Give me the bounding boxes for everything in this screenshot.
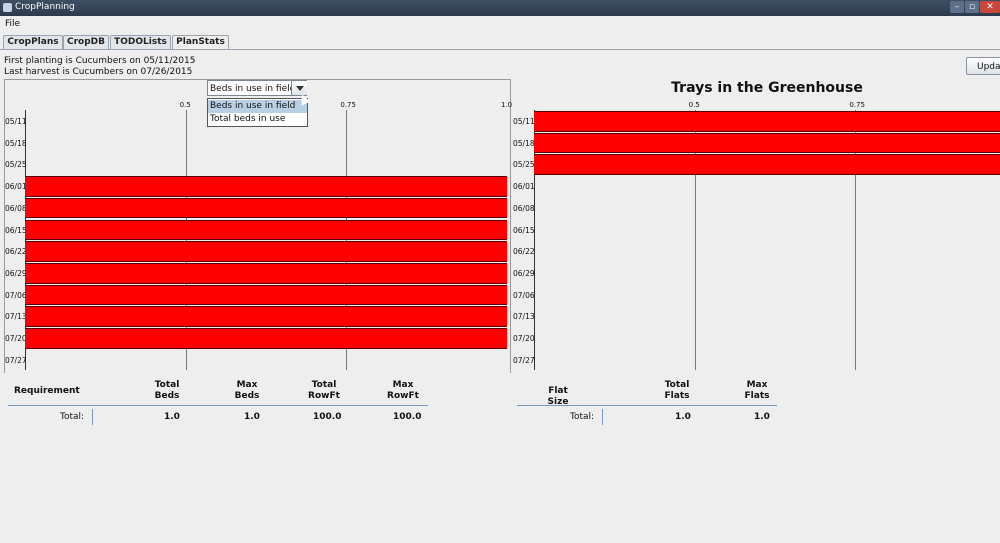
header-requirement: Requirement — [14, 386, 80, 396]
maximize-icon[interactable]: ▫ — [965, 1, 979, 13]
beds-bar — [25, 328, 507, 349]
beds-row-label: 07/13 — [5, 312, 27, 322]
beds-row-label: 05/18 — [5, 138, 27, 148]
trays-row-label: 07/06 — [513, 290, 535, 300]
beds-total-label: Total: — [60, 412, 85, 422]
trays-row-label: 06/08 — [513, 203, 535, 213]
trays-row-label: 06/22 — [513, 247, 535, 257]
beds-tick-label: 0.75 — [340, 101, 356, 109]
beds-max-value: 1.0 — [244, 412, 260, 422]
beds-row-label: 07/06 — [5, 290, 27, 300]
trays-row-label: 07/27 — [513, 355, 535, 365]
flats-total-label: Total: — [570, 412, 595, 422]
beds-row-label: 07/20 — [5, 334, 27, 343]
beds-table-separator — [92, 409, 93, 425]
beds-row-label: 06/01 — [5, 182, 27, 192]
window-titlebar: CropPlanning – ▫ ✕ — [0, 0, 1000, 16]
trays-row-label: 07/13 — [513, 312, 535, 322]
trays-bar — [534, 132, 1000, 154]
last-harvest-text: Last harvest is Cucumbers on 07/26/2015 — [4, 67, 193, 77]
flats-total-value: 1.0 — [675, 412, 691, 422]
flats-table-separator — [602, 409, 603, 425]
dropdown-option-beds-in-field[interactable]: Beds in use in field — [208, 100, 307, 113]
beds-tick-label: 0.5 — [179, 101, 191, 109]
header-max-rowft: Max RowFt — [387, 380, 419, 401]
trays-chart-title: Trays in the Greenhouse — [671, 80, 863, 96]
update-button[interactable]: Upda — [966, 57, 1000, 75]
beds-row-label: 06/15 — [5, 225, 27, 235]
beds-row-label: 06/08 — [5, 203, 27, 213]
header-max-flats: Max Flats — [744, 380, 770, 401]
rowft-max-value: 100.0 — [393, 412, 422, 422]
trays-row-label: 07/20 — [513, 334, 535, 343]
beds-row-label: 06/22 — [5, 247, 27, 257]
trays-bar — [534, 111, 1000, 132]
beds-row-label: 05/11 — [5, 117, 27, 126]
beds-bar — [25, 219, 507, 241]
menu-bar — [0, 16, 1000, 33]
app-icon — [3, 3, 12, 12]
dropdown-option-total-beds[interactable]: Total beds in use — [208, 113, 307, 126]
first-planting-text: First planting is Cucumbers on 05/11/201… — [4, 56, 196, 66]
beds-bar — [25, 241, 507, 262]
header-total-rowft: Total RowFt — [308, 380, 340, 401]
minimize-icon[interactable]: – — [950, 1, 964, 13]
beds-bar — [25, 306, 507, 327]
beds-table-divider — [8, 405, 428, 406]
beds-bar — [25, 262, 507, 284]
tab-planstats[interactable]: PlanStats — [172, 35, 229, 50]
menu-file[interactable]: File — [5, 19, 20, 29]
header-max-beds: Max Beds — [234, 380, 260, 401]
trays-row-label: 06/01 — [513, 182, 535, 192]
trays-row-label: 06/15 — [513, 225, 535, 235]
window-title: CropPlanning — [15, 2, 75, 12]
flats-table-divider — [517, 405, 777, 406]
trays-tick-label: 0.5 — [688, 101, 700, 109]
beds-row-label: 05/25 — [5, 160, 27, 170]
tab-divider — [0, 49, 1000, 50]
rowft-total-value: 100.0 — [313, 412, 342, 422]
beds-row-label: 07/27 — [5, 355, 27, 365]
beds-bar — [25, 284, 507, 306]
header-total-beds: Total Beds — [154, 380, 180, 401]
trays-row-label: 05/18 — [513, 138, 535, 148]
beds-tick-label: 1.0 — [501, 101, 513, 109]
trays-row-label: 05/11 — [513, 117, 535, 126]
tab-cropplans[interactable]: CropPlans — [3, 35, 63, 49]
beds-bar — [25, 197, 507, 219]
chart-mode-dropdown: Beds in use in field Total beds in use — [207, 98, 308, 127]
header-total-flats: Total Flats — [664, 380, 690, 401]
beds-bar — [25, 176, 507, 197]
tab-cropdb[interactable]: CropDB — [63, 35, 109, 49]
beds-row-label: 06/29 — [5, 268, 27, 278]
trays-row-label: 06/29 — [513, 268, 535, 278]
trays-tick-label: 0.75 — [849, 101, 865, 109]
tab-todolists[interactable]: TODOLists — [110, 35, 171, 49]
beds-total-value: 1.0 — [164, 412, 180, 422]
trays-row-label: 05/25 — [513, 160, 535, 170]
close-icon[interactable]: ✕ — [980, 1, 1000, 13]
flats-max-value: 1.0 — [754, 412, 770, 422]
trays-bar — [534, 154, 1000, 176]
